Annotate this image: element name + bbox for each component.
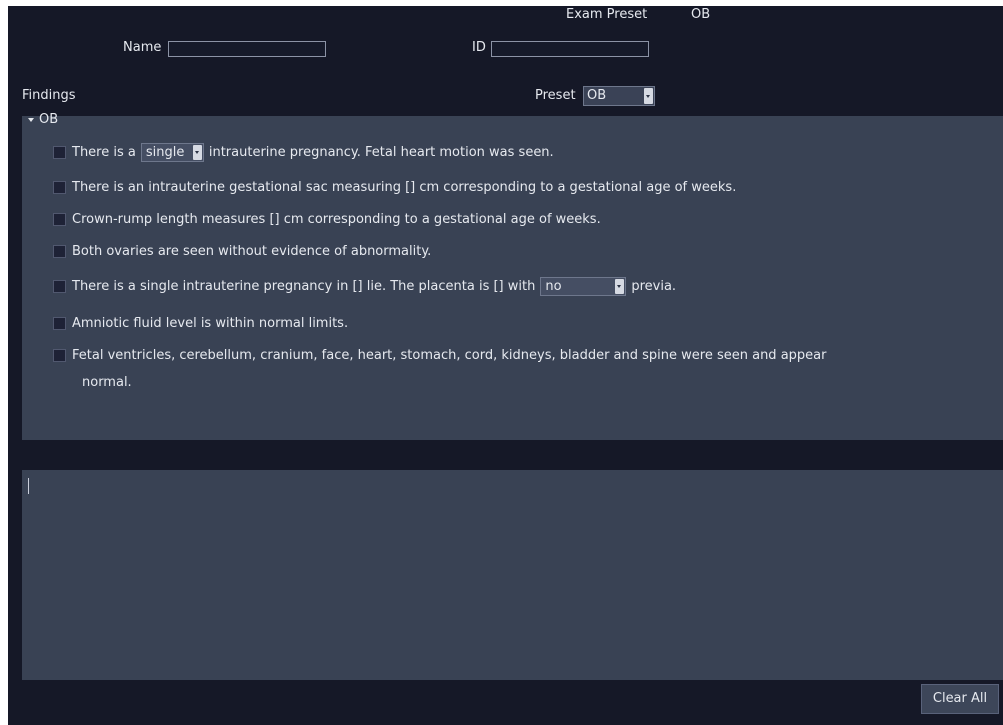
finding-checkbox-1[interactable] — [53, 145, 66, 159]
finding-item-1: There is a single intrauterine pregnancy… — [53, 142, 554, 162]
chevron-down-icon — [644, 88, 653, 104]
exam-preset-label: Exam Preset — [566, 7, 648, 22]
finding-text-7-line2: normal. — [82, 375, 132, 390]
text-caret — [28, 478, 29, 494]
finding-checkbox-4[interactable] — [53, 244, 66, 258]
findings-title: Findings — [22, 88, 76, 103]
finding-text-7: Fetal ventricles, cerebellum, cranium, f… — [72, 347, 827, 363]
finding-text-2: There is an intrauterine gestational sac… — [72, 179, 737, 195]
finding-checkbox-2[interactable] — [53, 180, 66, 194]
finding-item-7: Fetal ventricles, cerebellum, cranium, f… — [53, 345, 826, 365]
finding-checkbox-5[interactable] — [53, 279, 66, 293]
finding-text-1a: There is a — [72, 144, 136, 160]
finding-item-5: There is a single intrauterine pregnancy… — [53, 276, 676, 296]
finding-item-3: Crown-rump length measures [] cm corresp… — [53, 209, 601, 229]
finding-item-4: Both ovaries are seen without evidence o… — [53, 241, 431, 261]
group-label: OB — [39, 112, 59, 127]
chevron-down-icon — [615, 278, 625, 294]
finding-item-6: Amniotic fluid level is within normal li… — [53, 313, 348, 333]
name-label: Name — [123, 40, 162, 55]
exam-findings-window: Exam Preset OB Name ID Findings Preset O… — [8, 6, 1003, 725]
pregnancy-count-select[interactable]: single — [140, 142, 204, 162]
finding-checkbox-7[interactable] — [53, 348, 66, 362]
preset-select[interactable]: OB — [583, 86, 655, 106]
finding-text-5b: previa. — [631, 278, 677, 294]
preset-label: Preset — [535, 88, 576, 103]
finding-checkbox-3[interactable] — [53, 212, 66, 226]
notes-textarea[interactable] — [22, 470, 1003, 680]
finding-text-5a: There is a single intrauterine pregnancy… — [72, 278, 536, 294]
finding-text-6: Amniotic fluid level is within normal li… — [72, 315, 349, 331]
preset-select-value: OB — [587, 88, 607, 103]
finding-text-1b: intrauterine pregnancy. Fetal heart moti… — [208, 144, 554, 160]
exam-preset-value: OB — [691, 7, 711, 22]
id-input[interactable] — [491, 41, 649, 57]
pregnancy-count-value: single — [145, 144, 185, 160]
clear-all-button[interactable]: Clear All — [921, 684, 999, 714]
finding-text-3: Crown-rump length measures [] cm corresp… — [72, 211, 601, 227]
finding-text-4: Both ovaries are seen without evidence o… — [72, 243, 432, 259]
finding-item-2: There is an intrauterine gestational sac… — [53, 177, 736, 197]
finding-checkbox-6[interactable] — [53, 316, 66, 330]
id-label: ID — [472, 40, 486, 55]
name-input[interactable] — [168, 41, 326, 57]
previa-select[interactable]: no — [540, 276, 627, 296]
chevron-down-icon — [192, 144, 202, 160]
previa-select-value: no — [545, 278, 562, 294]
group-toggle-ob[interactable]: OB — [28, 112, 58, 128]
expand-triangle-icon — [28, 118, 34, 122]
